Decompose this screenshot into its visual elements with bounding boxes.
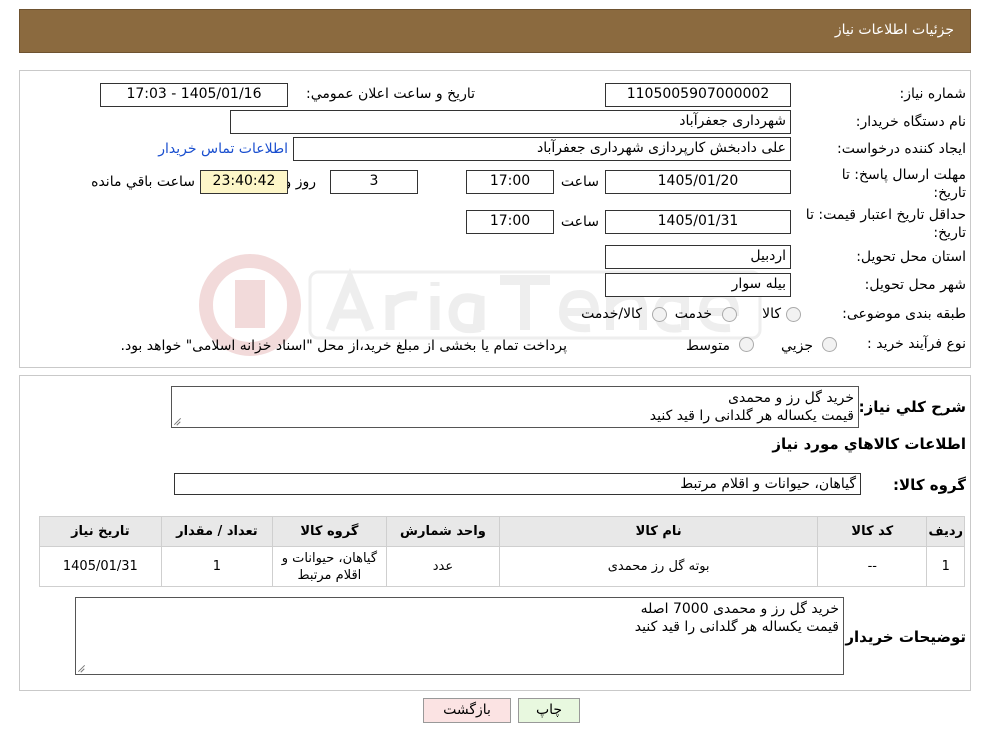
cell-code: --	[817, 546, 928, 587]
category-radio-service[interactable]	[722, 307, 737, 322]
city-label: شهر محل تحویل:	[864, 277, 966, 293]
category-label: طبقه بندی موضوعی:	[842, 306, 966, 322]
col-header-unit: واحد شمارش	[385, 516, 501, 547]
deadline-date-field: 1405/01/20	[605, 170, 791, 194]
cell-date: 1405/01/31	[39, 546, 162, 587]
col-header-code: كد كالا	[817, 516, 928, 547]
process-option-medium: متوسط	[686, 338, 730, 354]
need-number-label: شماره نیاز:	[899, 86, 967, 102]
category-radio-goods-service[interactable]	[652, 307, 667, 322]
category-option-service: خدمت	[674, 306, 712, 322]
process-note: پرداخت تمام یا بخشی از مبلغ خرید،از محل …	[120, 338, 567, 354]
goods-group-label: گروه کالا:	[893, 476, 966, 494]
buyer-notes-label: توضیحات خریدار:	[839, 628, 966, 646]
cell-row: 1	[926, 546, 965, 587]
city-field: بیله سوار	[605, 273, 791, 297]
col-header-group: گروه كالا	[272, 516, 387, 547]
resize-handle-icon[interactable]	[174, 417, 182, 425]
buyer-notes-line-1: خرید گل رز و محمدی 7000 اصله	[640, 601, 839, 617]
category-option-goods-service: کالا/خدمت	[581, 306, 642, 322]
days-field: 3	[330, 170, 418, 194]
table-header-row: رديف كد كالا نام كالا واحد شمارش گروه كا…	[39, 516, 965, 547]
print-button[interactable]: چاپ	[518, 698, 580, 723]
need-number-field: 1105005907000002	[605, 83, 791, 107]
province-label: استان محل تحویل:	[856, 249, 966, 265]
buyer-org-label: نام دستگاه خریدار:	[855, 114, 966, 130]
col-header-name: نام كالا	[499, 516, 819, 547]
summary-line-1: خرید گل رز و محمدی	[728, 390, 854, 406]
page-title: جزئیات اطلاعات نیاز	[834, 22, 954, 38]
remaining-label: ساعت باقي مانده	[91, 174, 195, 190]
buyer-org-field: شهرداری جعفرآباد	[230, 110, 791, 134]
col-header-row: رديف	[926, 516, 965, 547]
buyer-notes-line-2: قیمت یکساله هر گلدانی را قید کنید	[634, 619, 839, 635]
process-radio-partial[interactable]	[822, 337, 837, 352]
goods-group-field: گیاهان، حیوانات و اقلام مرتبط	[174, 473, 861, 495]
days-label: روز و	[284, 174, 317, 190]
process-option-partial: جزيي	[781, 338, 813, 354]
category-option-goods: کالا	[762, 306, 781, 322]
cell-qty: 1	[160, 546, 274, 587]
summary-label: شرح كلي نياز:	[858, 398, 966, 416]
deadline-time-field: 17:00	[466, 170, 554, 194]
validity-date-field: 1405/01/31	[605, 210, 791, 234]
requester-field: علی دادبخش کارپردازی شهرداری جعفرآباد	[293, 137, 791, 161]
goods-table: رديف كد كالا نام كالا واحد شمارش گروه كا…	[39, 516, 965, 587]
announce-field: 1405/01/16 - 17:03	[100, 83, 288, 107]
process-radio-medium[interactable]	[739, 337, 754, 352]
validity-time-label: ساعت	[560, 214, 599, 230]
goods-section-title: اطلاعات كالاهاي مورد نياز	[772, 435, 966, 453]
summary-line-2: قیمت یکساله هر گلدانی را قید کنید	[649, 408, 854, 424]
category-radio-goods[interactable]	[786, 307, 801, 322]
resize-handle-icon[interactable]	[78, 664, 86, 672]
buyer-notes-textarea[interactable]: خرید گل رز و محمدی 7000 اصله قیمت یکساله…	[75, 597, 844, 675]
announce-label: تاریخ و ساعت اعلان عمومي:	[306, 86, 475, 102]
cell-unit: عدد	[385, 546, 501, 587]
summary-textarea[interactable]: خرید گل رز و محمدی قیمت یکساله هر گلدانی…	[171, 386, 859, 428]
validity-label: حداقل تاریخ اعتبار قیمت: تا تاریخ:	[805, 207, 966, 241]
cell-group: گیاهان، حیوانات و اقلام مرتبط	[272, 546, 387, 587]
buyer-contact-link[interactable]: اطلاعات تماس خریدار	[158, 141, 288, 157]
province-field: اردبیل	[605, 245, 791, 269]
process-label: نوع فرآیند خرید :	[867, 336, 966, 352]
back-button[interactable]: بازگشت	[423, 698, 511, 723]
table-row: 1 -- بوته گل رز محمدی عدد گیاهان، حیوانا…	[39, 546, 965, 587]
remaining-time-field: 23:40:42	[200, 170, 288, 194]
page-header: جزئیات اطلاعات نیاز	[19, 9, 971, 53]
col-header-qty: تعداد / مقدار	[160, 516, 274, 547]
validity-time-field: 17:00	[466, 210, 554, 234]
deadline-label: مهلت ارسال پاسخ: تا تاریخ:	[841, 167, 966, 201]
requester-label: ایجاد کننده درخواست:	[837, 141, 966, 157]
cell-name: بوته گل رز محمدی	[499, 546, 819, 587]
deadline-time-label: ساعت	[560, 174, 599, 190]
col-header-date: تاريخ نياز	[39, 516, 162, 547]
